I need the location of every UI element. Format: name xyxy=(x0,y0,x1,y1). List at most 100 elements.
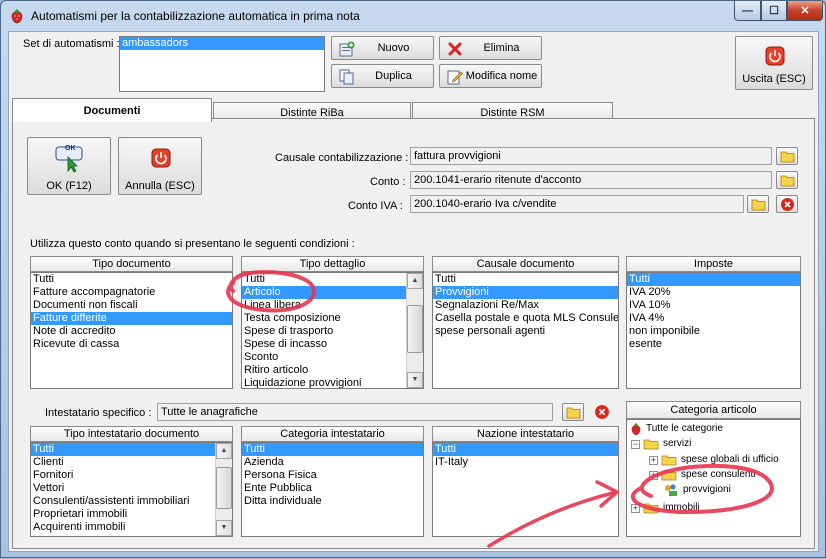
list-item[interactable]: Azienda xyxy=(242,456,423,469)
list-item[interactable]: Testa composizione xyxy=(242,312,423,325)
list-item[interactable]: ambassadors xyxy=(120,37,324,50)
tipo-dettaglio-scrollbar[interactable]: ▲ ▼ xyxy=(406,273,423,388)
list-item[interactable]: esente xyxy=(627,338,800,351)
list-item[interactable]: IT-Italy xyxy=(433,456,618,469)
list-item[interactable]: Note di accredito xyxy=(31,325,232,338)
conto-iva-browse-button[interactable] xyxy=(747,195,769,213)
list-item[interactable]: spese personali agenti xyxy=(433,325,618,338)
list-item[interactable]: Ente Pubblica xyxy=(242,482,423,495)
list-item[interactable]: Provvigioni xyxy=(433,286,618,299)
list-item[interactable]: non imponibile xyxy=(627,325,800,338)
list-item[interactable]: Spese di incasso xyxy=(242,338,423,351)
conto-iva-field[interactable]: 200.1040-erario Iva c/vendite xyxy=(410,195,744,213)
list-item[interactable]: Casella postale e quota MLS Consulen xyxy=(433,312,618,325)
expand-icon[interactable]: + xyxy=(649,471,658,480)
tipo-documento-header: Tipo documento xyxy=(30,256,233,272)
tab-documenti[interactable]: Documenti xyxy=(12,98,212,122)
set-automatismi-list[interactable]: ambassadors xyxy=(119,36,325,92)
list-item[interactable]: Tutti xyxy=(627,273,800,286)
uscita-button[interactable]: Uscita (ESC) xyxy=(735,36,813,90)
item-group-icon xyxy=(665,484,677,496)
list-item[interactable]: Vettori xyxy=(31,482,232,495)
list-item[interactable]: Ricevute di cassa xyxy=(31,338,232,351)
delete-x-icon xyxy=(448,42,462,56)
list-item[interactable]: Persona Fisica xyxy=(242,469,423,482)
scroll-down-arrow-icon[interactable]: ▼ xyxy=(407,372,423,388)
list-item[interactable]: Tutti xyxy=(242,443,423,456)
list-item[interactable]: Ditta individuale xyxy=(242,495,423,508)
list-item[interactable]: Tutti xyxy=(31,273,232,286)
expand-icon[interactable]: + xyxy=(631,504,640,513)
list-item[interactable]: Tutti xyxy=(433,273,618,286)
categoria-articolo-tree[interactable]: Tutte le categorie − servizi + spese glo… xyxy=(626,419,801,537)
list-item[interactable]: Fatture accompagnatorie xyxy=(31,286,232,299)
causale-documento-list[interactable]: Tutti Provvigioni Segnalazioni Re/Max Ca… xyxy=(432,272,619,389)
title-bar[interactable]: Automatismi per la contabilizzazione aut… xyxy=(1,1,825,31)
list-item[interactable]: Documenti non fiscali xyxy=(31,299,232,312)
intestatario-specifico-field[interactable]: Tutte le anagrafiche xyxy=(157,403,553,421)
list-item[interactable]: Clienti xyxy=(31,456,232,469)
minimize-button[interactable]: — xyxy=(734,1,761,21)
intestatario-browse-button[interactable] xyxy=(562,403,584,421)
causale-browse-button[interactable] xyxy=(776,147,798,165)
folder-icon xyxy=(780,151,795,163)
imposte-list[interactable]: Tutti IVA 20% IVA 10% IVA 4% non imponib… xyxy=(626,272,801,389)
tipo-intestatario-scrollbar[interactable]: ▲ ▼ xyxy=(215,443,232,536)
elimina-button[interactable]: Elimina xyxy=(439,36,542,60)
tree-node-provvigioni[interactable]: provvigioni xyxy=(683,483,731,497)
folder-icon xyxy=(751,199,766,211)
duplica-button[interactable]: Duplica xyxy=(331,64,434,88)
scroll-up-arrow-icon[interactable]: ▲ xyxy=(216,443,232,459)
categoria-intestatario-list[interactable]: Tutti Azienda Persona Fisica Ente Pubbli… xyxy=(241,442,424,537)
list-item[interactable]: IVA 10% xyxy=(627,299,800,312)
list-item[interactable]: Linea libera xyxy=(242,299,423,312)
list-item[interactable]: Sconto xyxy=(242,351,423,364)
scroll-thumb[interactable] xyxy=(407,305,423,353)
tipo-documento-list[interactable]: Tutti Fatture accompagnatorie Documenti … xyxy=(30,272,233,389)
ok-button[interactable]: OK OK (F12) xyxy=(27,137,111,195)
tipo-dettaglio-list[interactable]: Tutti Articolo Linea libera Testa compos… xyxy=(241,272,424,389)
intestatario-clear-button[interactable] xyxy=(592,403,612,421)
tipo-intestatario-list[interactable]: Tutti Clienti Fornitori Vettori Consulen… xyxy=(30,442,233,537)
list-item[interactable]: IVA 20% xyxy=(627,286,800,299)
clear-x-icon xyxy=(595,405,609,419)
tree-node-root[interactable]: Tutte le categorie xyxy=(646,422,723,436)
scroll-up-arrow-icon[interactable]: ▲ xyxy=(407,273,423,289)
tree-node-spese-consulenti[interactable]: spese consulenti xyxy=(681,468,756,482)
scroll-down-arrow-icon[interactable]: ▼ xyxy=(216,520,232,536)
list-item[interactable]: Segnalazioni Re/Max xyxy=(433,299,618,312)
annulla-button[interactable]: Annulla (ESC) xyxy=(118,137,202,195)
scroll-thumb[interactable] xyxy=(216,467,232,509)
edit-document-icon xyxy=(447,70,463,85)
list-item[interactable]: Proprietari immobili xyxy=(31,508,232,521)
list-item[interactable]: Acquirenti immobili xyxy=(31,521,232,534)
conto-iva-clear-button[interactable] xyxy=(776,195,798,213)
list-item[interactable]: Liquidazione provvigioni xyxy=(242,377,423,388)
list-item[interactable]: IVA 4% xyxy=(627,312,800,325)
list-item[interactable]: Tutti xyxy=(31,443,215,456)
nazione-intestatario-list[interactable]: Tutti IT-Italy xyxy=(432,442,619,537)
nuovo-button[interactable]: Nuovo xyxy=(331,36,434,60)
main-window: Automatismi per la contabilizzazione aut… xyxy=(0,0,826,558)
expand-icon[interactable]: + xyxy=(649,456,658,465)
close-button[interactable]: ✕ xyxy=(787,1,823,21)
tree-node-spese-globali[interactable]: spese globali di ufficio xyxy=(681,453,779,467)
conto-field[interactable]: 200.1041-erario ritenute d'acconto xyxy=(410,171,772,189)
list-item[interactable]: Spese di trasporto xyxy=(242,325,423,338)
imposte-header: Imposte xyxy=(626,256,801,272)
tree-node-immobili[interactable]: immobili xyxy=(663,501,700,515)
conto-browse-button[interactable] xyxy=(776,171,798,189)
causale-contabilizzazione-field[interactable]: fattura provvigioni xyxy=(410,147,772,165)
collapse-icon[interactable]: − xyxy=(631,440,640,449)
list-item[interactable]: Fornitori xyxy=(31,469,232,482)
causale-contabilizzazione-label: Causale contabilizzazione : xyxy=(275,152,409,164)
list-item[interactable]: Tutti xyxy=(242,273,423,286)
list-item[interactable]: Tutti xyxy=(433,443,618,456)
list-item[interactable]: Consulenti/assistenti immobiliari xyxy=(31,495,232,508)
modifica-nome-button[interactable]: Modifica nome xyxy=(439,64,542,88)
list-item[interactable]: Articolo xyxy=(242,286,406,299)
list-item[interactable]: Ritiro articolo xyxy=(242,364,423,377)
tree-node-servizi[interactable]: servizi xyxy=(663,437,691,451)
list-item[interactable]: Fatture differite xyxy=(31,312,232,325)
maximize-button[interactable]: ☐ xyxy=(761,1,787,21)
